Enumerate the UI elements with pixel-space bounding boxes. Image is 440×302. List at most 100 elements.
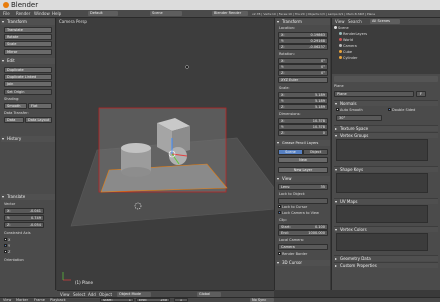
double-sided-checkbox[interactable]: Double Sided: [388, 108, 415, 113]
rotation-label: Rotation:: [279, 52, 295, 56]
location-z-field[interactable]: Z: -0.06237: [278, 44, 328, 50]
vertex-colors-header[interactable]: Vertex Colors: [334, 226, 438, 233]
mesh-name-field[interactable]: Plane: [334, 91, 414, 97]
duplicate-linked-button[interactable]: Duplicate Linked: [4, 74, 52, 80]
data-layout-button[interactable]: Data Layout: [25, 117, 52, 123]
vertex-groups-header[interactable]: Vertex Groups: [334, 132, 438, 139]
n-view-header[interactable]: View: [276, 176, 330, 182]
outliner-view-menu[interactable]: View: [335, 19, 345, 24]
3d-viewport[interactable]: Camera Persp (1) Plane: [57, 18, 274, 290]
outliner-item-scene[interactable]: Scene: [334, 26, 349, 31]
menu-file[interactable]: File: [3, 11, 10, 16]
dimensions-z-field[interactable]: Z: 0: [278, 130, 328, 136]
timeline-view-menu[interactable]: View: [3, 298, 11, 302]
history-panel-header[interactable]: History: [1, 136, 55, 142]
smooth-button[interactable]: Smooth: [4, 103, 27, 109]
operator-panel-header[interactable]: Translate: [1, 194, 55, 200]
timeline-playback-menu[interactable]: Playback: [50, 298, 66, 302]
vector-label: Vector: [4, 202, 16, 206]
angle-field[interactable]: 30°: [336, 115, 382, 121]
lock-camera-checkbox[interactable]: Lock Camera to View: [278, 211, 319, 215]
display-mode-dropdown[interactable]: All Scenes: [370, 19, 400, 24]
tool-shelf: Transform Translate Rotate Scale Mirror …: [0, 18, 56, 290]
vertex-groups-list[interactable]: [336, 139, 428, 161]
shape-keys-header[interactable]: Shape Keys: [334, 166, 438, 173]
uv-maps-list[interactable]: [336, 205, 428, 223]
geometry-data-header[interactable]: Geometry Data: [334, 255, 438, 262]
set-origin-dropdown[interactable]: Set Origin: [4, 89, 52, 95]
n-transform-header[interactable]: Transform: [276, 19, 330, 25]
menu-render[interactable]: Render: [16, 11, 30, 16]
rotate-button[interactable]: Rotate: [4, 34, 52, 40]
flat-button[interactable]: Flat: [28, 103, 52, 109]
end-frame-field[interactable]: End: 250: [136, 298, 170, 302]
fake-user-button[interactable]: F: [416, 91, 426, 97]
current-frame-field[interactable]: 1: [174, 298, 188, 302]
shading-label: Shading:: [4, 97, 20, 101]
data-button[interactable]: Data: [4, 117, 24, 123]
scale-button[interactable]: Scale: [4, 41, 52, 47]
viewport-camera-label: Camera Persp: [59, 19, 87, 24]
render-engine-dropdown[interactable]: Blender Render: [212, 11, 248, 16]
timeline-marker-menu[interactable]: Marker: [16, 298, 28, 302]
window-title-bar: Blender: [0, 0, 440, 10]
lock-cursor-checkbox[interactable]: Lock to Cursor: [278, 205, 307, 209]
vertex-colors-list[interactable]: [336, 233, 428, 251]
custom-properties-header[interactable]: Custom Properties: [334, 262, 438, 269]
translate-button[interactable]: Translate: [4, 27, 52, 33]
grease-new-button[interactable]: New: [278, 157, 328, 163]
rotation-mode-dropdown[interactable]: XYZ Euler: [278, 77, 328, 83]
outliner-item-world[interactable]: World: [339, 38, 353, 43]
menu-help[interactable]: Help: [52, 11, 61, 16]
scene-dropdown[interactable]: Scene: [150, 11, 182, 16]
lock-object-field[interactable]: [278, 198, 328, 204]
layout-dropdown[interactable]: Default: [88, 11, 118, 16]
local-camera-field[interactable]: Camera: [278, 244, 328, 250]
normals-header[interactable]: Normals: [334, 100, 438, 107]
shape-keys-list[interactable]: [336, 173, 428, 193]
vector-z-field[interactable]: Z: -0.054: [4, 222, 44, 228]
lens-field[interactable]: Lens: 35: [278, 184, 328, 190]
render-border-checkbox[interactable]: Render Border: [278, 252, 307, 256]
clip-end-field[interactable]: End: 1000.000: [278, 230, 328, 236]
outliner-header: View Search All Scenes: [332, 18, 440, 25]
edit-panel-header[interactable]: Edit: [1, 58, 55, 64]
uv-maps-header[interactable]: UV Maps: [334, 198, 438, 205]
vector-y-label: Y:: [7, 216, 10, 220]
rotation-z-field[interactable]: Z: 0°: [278, 70, 328, 76]
timeline-frame-menu[interactable]: Frame: [34, 298, 45, 302]
outliner: View Search All Scenes Scene RenderLayer…: [331, 18, 440, 74]
constraint-x-checkbox[interactable]: X: [4, 238, 10, 242]
texture-space-header[interactable]: Texture Space: [334, 125, 438, 132]
outliner-item-renderlayers[interactable]: RenderLayers: [339, 32, 367, 37]
menu-window[interactable]: Window: [34, 11, 50, 16]
grease-pencil-header[interactable]: Grease Pencil Layers: [276, 140, 330, 146]
outliner-item-cylinder[interactable]: Cylinder: [339, 56, 358, 61]
duplicate-button[interactable]: Duplicate: [4, 67, 52, 73]
mirror-button[interactable]: Mirror: [4, 49, 52, 55]
outliner-item-camera[interactable]: Camera: [339, 44, 357, 49]
grease-scene-tab[interactable]: Scene: [278, 149, 303, 155]
dimensions-label: Dimensions:: [279, 112, 301, 116]
constraint-z-checkbox[interactable]: Z: [4, 250, 10, 254]
start-frame-field[interactable]: Start: 1: [100, 298, 134, 302]
vector-z-label: Z:: [7, 223, 11, 227]
timeline-area: [0, 290, 57, 297]
scene-stats: v2.78 | Verts:10 | Faces:10 | Tris:20 | …: [252, 12, 376, 16]
grease-object-tab[interactable]: Object: [303, 149, 328, 155]
scale-z-field[interactable]: Z: 5.189: [278, 104, 328, 110]
3d-cursor-header[interactable]: 3D Cursor: [276, 260, 330, 266]
outliner-item-cube[interactable]: Cube: [339, 50, 352, 55]
join-button[interactable]: Join: [4, 81, 52, 87]
auto-smooth-checkbox[interactable]: Auto Smooth: [336, 108, 363, 113]
outliner-search-menu[interactable]: Search: [348, 19, 362, 24]
constraint-axis-label: Constraint Axis: [4, 231, 31, 235]
vector-x-value: -0.041: [29, 209, 41, 213]
vector-y-field[interactable]: Y: 0.749: [4, 215, 44, 221]
sync-dropdown[interactable]: No Sync: [250, 298, 274, 302]
vector-x-field[interactable]: X: -0.041: [4, 208, 44, 214]
new-layer-button[interactable]: New Layer: [278, 167, 328, 173]
properties-tabs[interactable]: [334, 76, 438, 82]
transform-panel-header[interactable]: Transform: [1, 19, 55, 25]
constraint-y-checkbox[interactable]: Y: [4, 244, 10, 248]
